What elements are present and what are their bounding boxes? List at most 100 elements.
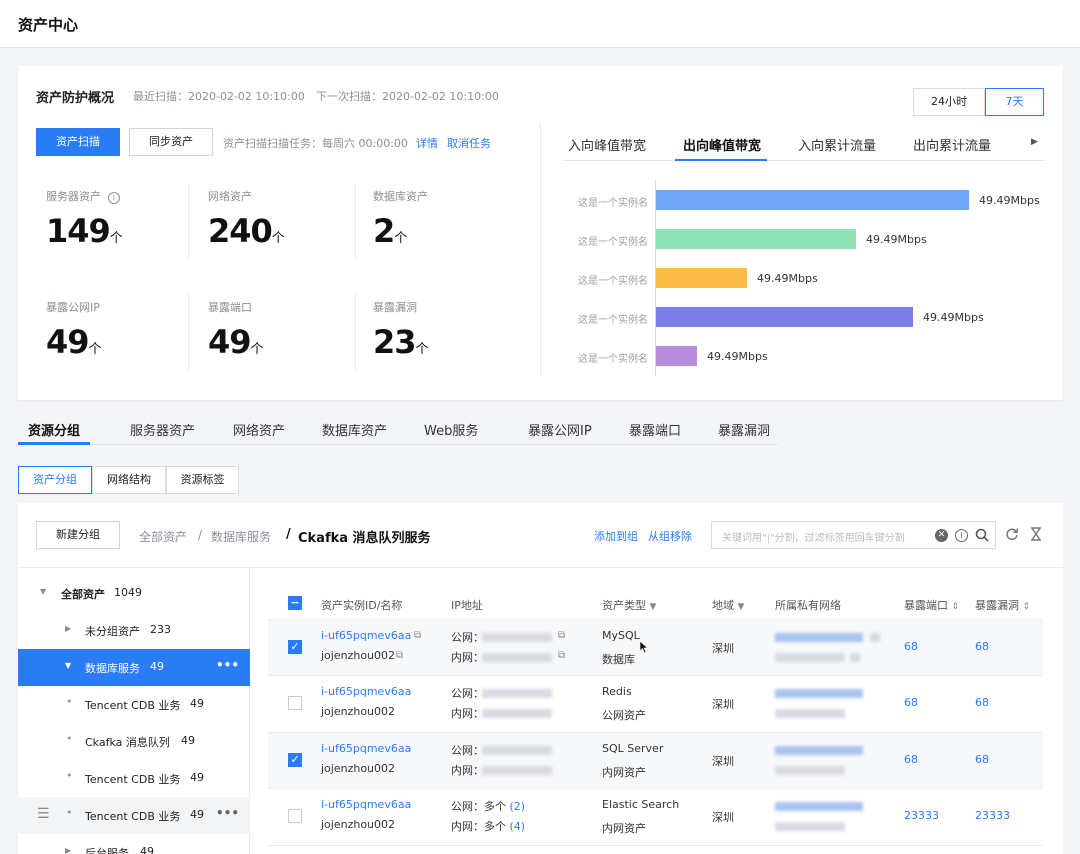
detail-link[interactable]: 详情 [416,135,438,151]
range-7d-button[interactable]: 7天 [985,88,1044,116]
exposed-ports[interactable]: 23333 [904,809,939,822]
caret-down-icon[interactable]: ▼ [40,587,46,596]
tab-exposed-ip[interactable]: 暴露公网IP [528,420,592,439]
tree-label: 全部资产 [61,588,105,601]
copy-icon[interactable]: ⧉ [558,630,565,641]
add-to-group-link[interactable]: 添加到组 [594,528,638,544]
col-vpc: 所属私有网络 [775,599,841,612]
instance-id[interactable]: i-uf65pqmev6aa [321,798,411,811]
col-vulns[interactable]: 暴露漏洞 ⇕ [975,597,1030,613]
tab-server-assets[interactable]: 服务器资产 [130,420,195,439]
tab-web-services[interactable]: Web服务 [424,420,478,439]
task-text: 资产扫描扫描任务：每周六 00:00:00 [223,137,408,150]
bar[interactable] [656,307,913,327]
clear-icon[interactable]: ✕ [935,529,948,542]
instance-id[interactable]: i-uf65pqmev6aa [321,742,411,755]
caret-right-icon[interactable]: ▶ [65,846,71,854]
breadcrumb-db[interactable]: 数据库服务 [211,528,271,545]
copy-icon[interactable]: ⧉ [414,630,421,641]
row-checkbox[interactable]: ✓ [288,640,302,654]
exposed-vulns[interactable]: 68 [975,696,989,709]
tab-inbound-peak[interactable]: 入向峰值带宽 [568,135,646,154]
info-icon[interactable]: i [107,192,120,204]
bar-value-label: 49.49Mbps [757,272,818,285]
public-count[interactable]: (2) [510,800,526,813]
vpc-blurred [775,766,845,775]
tab-exposed-vulns[interactable]: 暴露漏洞 [718,420,770,439]
asset-subtype: 内网资产 [602,822,646,835]
exposed-ports[interactable]: 68 [904,640,918,653]
scan-button[interactable]: 资产扫描 [36,128,120,156]
bar[interactable] [656,190,969,210]
search-icon[interactable] [975,528,989,545]
instance-id[interactable]: i-uf65pqmev6aa [321,685,411,698]
remove-from-group-link[interactable]: 从组移除 [648,528,692,544]
tab-network-assets[interactable]: 网络资产 [233,420,285,439]
bar[interactable] [656,346,697,366]
sync-button[interactable]: 同步资产 [129,128,213,156]
tab-resource-group[interactable]: 资源分组 [28,420,80,439]
tree-node-all[interactable]: ▼ 全部资产 1049 [18,575,250,612]
stat-label: 服务器资产 [46,190,101,203]
col-type[interactable]: 资产类型 ▼ [602,597,656,613]
col-ip: IP地址 [451,599,483,612]
overview-title: 资产防护概况 [36,91,115,106]
bar-value-label: 49.49Mbps [979,194,1040,207]
tree-count: 1049 [114,586,142,599]
col-region[interactable]: 地域 ▼ [712,597,744,613]
info-icon[interactable]: i [955,529,968,542]
bar-category-label: 这是一个实例名 [578,276,648,287]
private-count[interactable]: (4) [510,820,526,833]
row-checkbox[interactable] [288,696,302,710]
active-tab-underline [675,159,767,161]
search-input[interactable]: 关键词用"|"分割，过滤标签用回车键分割 [722,529,932,544]
instance-id[interactable]: i-uf65pqmev6aa [321,629,411,642]
exposed-vulns[interactable]: 68 [975,640,989,653]
tab-exposed-ports[interactable]: 暴露端口 [629,420,681,439]
tab-inbound-total[interactable]: 入向累计流量 [798,135,876,154]
bar[interactable] [656,229,856,249]
table-row[interactable]: ✓ i-uf65pqmev6aa jojenzhou002 公网： 内网： SQ… [18,732,1063,788]
table-row[interactable]: i-uf65pqmev6aa jojenzhou002 公网：多个 (2) 内网… [18,788,1063,845]
exposed-ports[interactable]: 68 [904,753,918,766]
search-box[interactable]: 关键词用"|"分割，过滤标签用回车键分割 ✕ i [711,521,996,549]
col-instance: 资产实例ID/名称 [321,599,403,612]
tab-outbound-peak[interactable]: 出向峰值带宽 [683,135,761,154]
subtab-resource-tags[interactable]: 资源标签 [166,466,239,494]
refresh-icon[interactable] [1005,527,1019,544]
vpc-blurred [775,822,845,831]
copy-icon[interactable]: ⧉ [558,650,565,661]
table-row[interactable]: i-uf65pqmev6aa jojenzhou002 公网： 内网： Redi… [18,675,1063,732]
scroll-right-icon[interactable]: ▶ [1031,137,1038,147]
new-group-button[interactable]: 新建分组 [36,521,120,549]
col-ports[interactable]: 暴露端口 ⇕ [904,597,959,613]
tab-outbound-total[interactable]: 出向累计流量 [913,135,991,154]
exposed-ports[interactable]: 68 [904,696,918,709]
sort-icon[interactable]: ⇕ [952,602,960,612]
range-24h-button[interactable]: 24小时 [913,88,985,116]
bar[interactable] [656,268,747,288]
exposed-vulns[interactable]: 68 [975,753,989,766]
row-checkbox[interactable]: ✓ [288,753,302,767]
row-checkbox[interactable] [288,809,302,823]
exposed-vulns[interactable]: 23333 [975,809,1010,822]
sort-icon[interactable]: ⇕ [1023,602,1031,612]
tab-database-assets[interactable]: 数据库资产 [322,420,387,439]
subtab-asset-group[interactable]: 资产分组 [18,466,92,494]
bar-category-label: 这是一个实例名 [578,237,648,248]
private-ip-blurred [482,766,552,775]
stat-unit: 个 [415,342,429,357]
filter-icon[interactable]: ▼ [738,602,745,612]
copy-icon[interactable]: ⧉ [396,650,403,661]
table-row[interactable]: ✓ i-uf65pqmev6aa ⧉ jojenzhou002 ⧉ 公网： ⧉ … [18,619,1063,675]
cancel-task-link[interactable]: 取消任务 [447,135,491,151]
col-type-label: 资产类型 [602,599,646,612]
hourglass-icon[interactable] [1029,527,1043,544]
breadcrumb-all[interactable]: 全部资产 [139,528,187,545]
subtab-network-structure[interactable]: 网络结构 [92,466,166,494]
row-divider [268,845,1043,846]
public-ip-blurred [482,633,552,642]
vpc-blurred [775,709,845,718]
filter-icon[interactable]: ▼ [650,602,657,612]
select-all-checkbox[interactable]: − [288,596,302,610]
